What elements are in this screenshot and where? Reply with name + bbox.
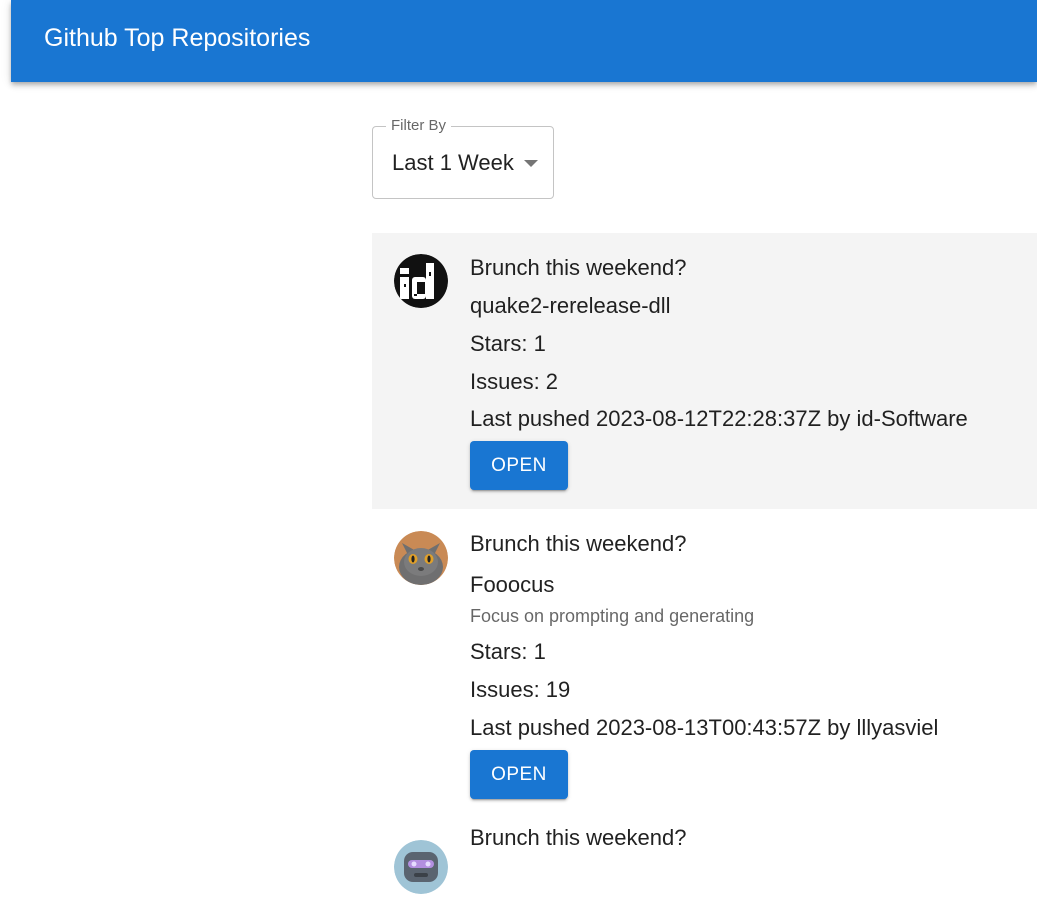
list-item[interactable]: Brunch this weekend? quake2-rerelease-dl… [372,233,1037,509]
repo-name: Fooocus [470,572,555,597]
repo-last-pushed: Last pushed 2023-08-12T22:28:37Z by id-S… [470,406,968,431]
open-button[interactable]: OPEN [470,750,568,799]
filter-select[interactable]: Filter By Last 1 Week [372,117,554,199]
chevron-down-icon[interactable] [524,160,538,167]
repo-stars: Stars: 1 [470,331,546,356]
list-item[interactable]: Brunch this weekend? [372,818,1037,918]
robot-avatar-icon [394,840,448,894]
repo-description: Focus on prompting and generating [470,606,755,626]
repo-heading: Brunch this weekend? [470,825,687,850]
open-button[interactable]: OPEN [470,441,568,490]
repo-issues: Issues: 19 [470,677,571,702]
filter-label: Filter By [386,117,452,135]
id-software-logo-icon [394,254,448,308]
repo-heading: Brunch this weekend? [470,531,687,556]
cat-avatar-icon [394,531,448,585]
repo-list: Brunch this weekend? quake2-rerelease-dl… [372,233,1037,918]
app-title: Github Top Repositories [44,24,311,52]
repo-heading: Brunch this weekend? [470,255,687,280]
app-bar: Github Top Repositories [11,0,1037,82]
repo-issues: Issues: 2 [470,369,559,394]
list-item[interactable]: Brunch this weekend? Fooocus Focus on pr… [372,509,1037,818]
repo-name: quake2-rerelease-dll [470,293,671,318]
filter-value: Last 1 Week [392,150,514,175]
repo-stars: Stars: 1 [470,639,546,664]
repo-last-pushed: Last pushed 2023-08-13T00:43:57Z by llly… [470,715,939,740]
